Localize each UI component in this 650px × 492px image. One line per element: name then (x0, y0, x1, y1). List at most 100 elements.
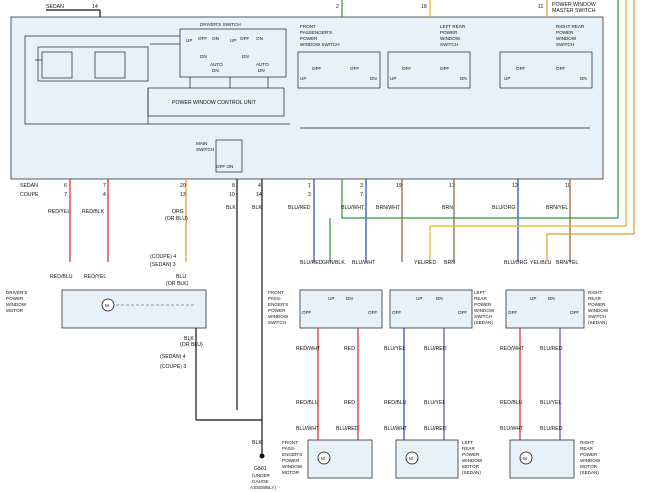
ds-dn2: DN (242, 54, 249, 59)
lr-switch-title-4: SWITCH (440, 42, 458, 47)
ground-blk: BLK (252, 440, 262, 446)
ds-up1: UP (186, 38, 192, 43)
pin-coupe: COUPE (20, 192, 39, 198)
lr-motor-label-3: POWER (462, 452, 480, 457)
w-brn-wht: BRN/WHT (376, 205, 401, 211)
lw-blu-yel: BLU/YEL (384, 346, 405, 352)
w-blu-org: BLU/ORG (492, 205, 515, 211)
fp-motor-label-2: PASS- (282, 446, 296, 451)
ground-loc-2: GAUGE (252, 479, 269, 484)
m-lr-dn: DN (460, 76, 467, 81)
w-or-blu2: (OR BLU) (180, 342, 203, 348)
rr-sw2-label-2: REAR (588, 296, 601, 301)
fp-sw2-label-4: POWER (268, 308, 286, 313)
lower-motor-boxes (307, 439, 575, 479)
fp-switch-title-1: FRONT (300, 24, 316, 29)
ds-dn1b: DN (212, 68, 219, 73)
w-blu-red2: BLU/RED (300, 260, 323, 266)
fp-switch-title-2: PASSENGER'S (300, 30, 332, 35)
m-lr-off1: OFF (402, 66, 411, 71)
w-sedan4: (SEDAN) 4 (160, 354, 186, 360)
lw-blu-red3: BLU/RED (336, 426, 359, 432)
w-brn-yel2: BRN/YEL (556, 260, 578, 266)
lw-blu-wht2: BLU/WHT (384, 426, 408, 432)
drivers-switch-label: DRIVER'S SWITCH (200, 22, 241, 27)
pin-6: 6 (64, 183, 67, 189)
top-pin-18: 18 (421, 4, 427, 10)
ds-auto2: AUTO (256, 62, 269, 67)
w-blu-org2: BLU/ORG (504, 260, 527, 266)
lw-blu-yel2: BLU/YEL (424, 400, 445, 406)
w-sedan3: (SEDAN) 3 (150, 262, 176, 268)
l-rr-off1: OFF (508, 310, 517, 315)
driver-motor-label-2: POWER (6, 296, 24, 301)
wiring-diagram: SEDAN 14 2 18 11 POWER WINDOW MASTER SWI… (6, 0, 635, 490)
l-fp-dn: DN (346, 296, 353, 301)
ds-off2: OFF (240, 36, 249, 41)
m-fp-off2: OFF (350, 66, 359, 71)
lw-blu-red: BLU/RED (424, 346, 447, 352)
l-lr-dn: DN (436, 296, 443, 301)
lr-switch-title-2: POWER (440, 30, 458, 35)
w-brn-yel: BRN/YEL (546, 205, 568, 211)
lr-sw2-label-5: SWITCH (474, 314, 492, 319)
m-rr-off2: OFF (556, 66, 565, 71)
ds-on1: ON (212, 36, 219, 41)
fp-sw2-label-5: WINDOW (268, 314, 289, 319)
rr-motor-label-5: MOTOR (580, 464, 598, 469)
l-rr-dn: DN (548, 296, 555, 301)
w-coupe3: (COUPE) 3 (160, 364, 186, 370)
pin-20: 20 (180, 183, 186, 189)
lw-red-wht: RED/WHT (296, 346, 321, 352)
m-rr-up: UP (504, 76, 510, 81)
lr-switch-title-3: WINDOW (440, 36, 461, 41)
pin-14: 14 (256, 192, 262, 198)
top-pin-2: 2 (336, 4, 339, 10)
w-brn2: BRN (444, 260, 455, 266)
ground-point (259, 453, 265, 459)
fp-motor-label-4: POWER (282, 458, 300, 463)
rr-motor-label-2: REAR (580, 446, 593, 451)
w-blu-wht: BLU/WHT (341, 205, 365, 211)
w-coupe4: (COUPE) 4 (150, 254, 176, 260)
l-fp-up: UP (328, 296, 334, 301)
w-grn-blk: GRN/BLK (322, 260, 345, 266)
rr-motor-label-1: RIGHT (580, 440, 594, 445)
rr-motor-label-3: POWER (580, 452, 598, 457)
ds-off1: OFF (198, 36, 207, 41)
pin-3: 3 (308, 192, 311, 198)
pin-13: 13 (180, 192, 186, 198)
m-fp-up: UP (300, 76, 306, 81)
rr-motor-label-4: WINDOW (580, 458, 601, 463)
pin-8: 8 (232, 183, 235, 189)
w-red-yel: RED/YEL (48, 209, 70, 215)
lr-motor-label-1: LEFT (462, 440, 473, 445)
lw-red-wht2: RED/WHT (500, 346, 525, 352)
lr-motor-label-2: REAR (462, 446, 475, 451)
main-switch-label-1: MAIN (196, 141, 207, 146)
pin-19: 19 (396, 183, 402, 189)
driver-motor-label-3: WINDOW (6, 302, 27, 307)
lw-blu-red4: BLU/RED (424, 426, 447, 432)
ground-loc-1: (UNDER (252, 473, 271, 478)
pin-sedan: SEDAN (20, 183, 38, 189)
w-org: ORG (172, 209, 184, 215)
lr-motor-label-4: WINDOW (462, 458, 483, 463)
top-pin-14: 14 (92, 4, 98, 10)
w-blu-red: BLU/RED (288, 205, 311, 211)
lr-motor-m: M (409, 456, 413, 461)
lw-red-blu2: RED/BLU (384, 400, 407, 406)
lw-blu-wht3: BLU/WHT (500, 426, 524, 432)
fp-sw2-label-2: PASS- (268, 296, 282, 301)
w-yel-blu: YEL/BLU (530, 260, 552, 266)
top-pin-11: 11 (538, 4, 543, 10)
fp-motor-label-6: MOTOR (282, 470, 300, 475)
rr-switch-title-2: POWER (556, 30, 574, 35)
m-fp-off1: OFF (312, 66, 321, 71)
lower-motor-wires (317, 328, 561, 440)
driver-motor-box (61, 289, 207, 329)
lw-red: RED (344, 346, 355, 352)
w-red-blu: RED/BLU (50, 274, 73, 280)
pin-7c: 7 (360, 192, 363, 198)
rr-motor-m: M (523, 456, 527, 461)
